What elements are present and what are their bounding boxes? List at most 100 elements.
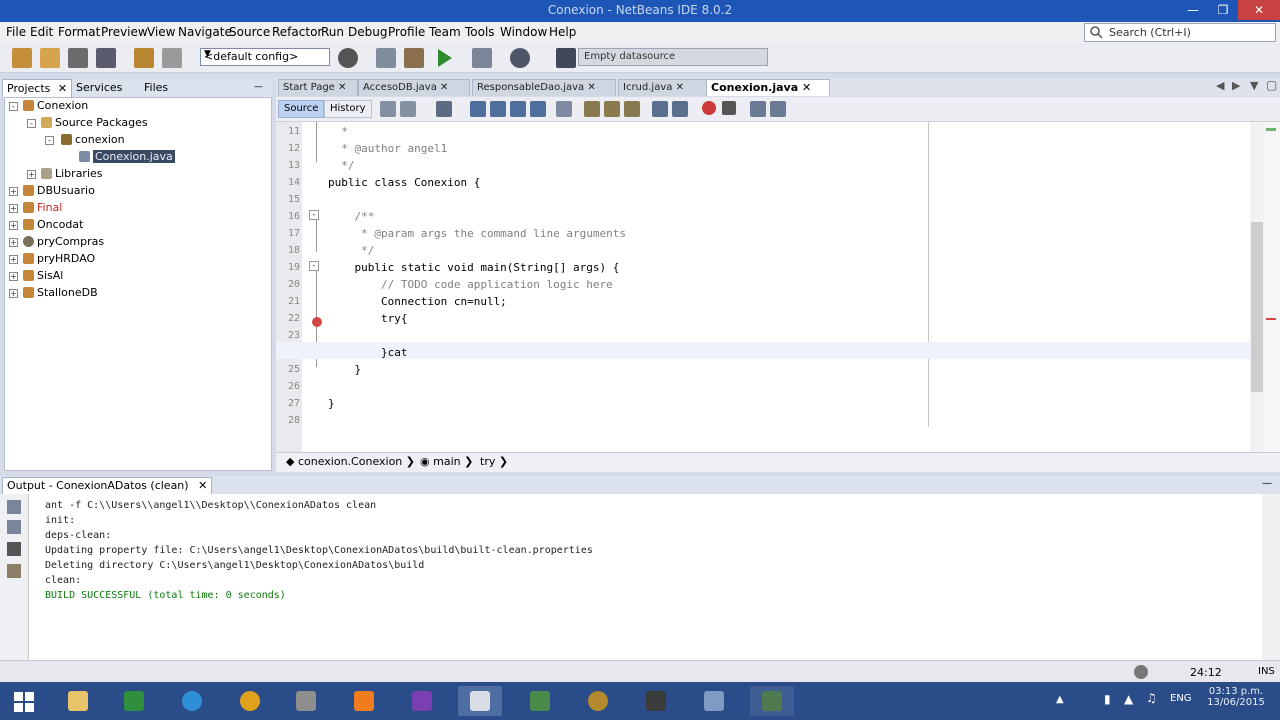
- expand-icon[interactable]: +: [9, 255, 18, 264]
- fold-toggle-icon[interactable]: -: [309, 210, 319, 220]
- search-input[interactable]: Search (Ctrl+I): [1084, 23, 1276, 42]
- tab-icrud[interactable]: Icrud.java ✕: [618, 79, 708, 96]
- stop-icon[interactable]: [7, 542, 21, 556]
- taskbar-chrome[interactable]: [228, 686, 272, 716]
- tab-projects[interactable]: Projects ✕: [2, 79, 73, 97]
- expand-icon[interactable]: +: [9, 204, 18, 213]
- database-icon[interactable]: [556, 48, 576, 68]
- expand-icon[interactable]: +: [9, 221, 18, 230]
- tree-node-pryhrdao[interactable]: pryHRDAO: [23, 252, 95, 266]
- menu-source[interactable]: Source: [229, 25, 270, 39]
- menu-debug[interactable]: Debug: [348, 25, 387, 39]
- settings-icon[interactable]: [7, 564, 21, 578]
- menu-refactor[interactable]: Refactor: [272, 25, 322, 39]
- new-file-icon[interactable]: [12, 48, 32, 68]
- collapse-icon[interactable]: -: [45, 136, 54, 145]
- previous-bookmark-icon[interactable]: [584, 101, 600, 117]
- maximize-editor-icon[interactable]: ▢: [1266, 78, 1277, 92]
- tree-node-dbusuario[interactable]: DBUsuario: [23, 184, 95, 198]
- expand-icon[interactable]: +: [9, 238, 18, 247]
- stop-macro-icon[interactable]: [722, 101, 736, 115]
- tab-start-page[interactable]: Start Page ✕: [278, 79, 358, 96]
- taskbar-recorder[interactable]: [750, 686, 794, 716]
- tab-accesodb[interactable]: AccesoDB.java ✕: [358, 79, 470, 96]
- open-project-icon[interactable]: [68, 48, 88, 68]
- close-icon[interactable]: ✕: [587, 82, 595, 93]
- toggle-highlight-icon[interactable]: [530, 101, 546, 117]
- tree-node-stallonedb[interactable]: StalloneDB: [23, 286, 98, 300]
- tray-expand-icon[interactable]: ▲: [1056, 694, 1064, 705]
- scrollbar-thumb[interactable]: [1251, 222, 1263, 392]
- battery-icon[interactable]: ▮: [1104, 692, 1111, 706]
- tab-responsabledao[interactable]: ResponsableDao.java ✕: [472, 79, 616, 96]
- minimize-panel-icon[interactable]: —: [250, 79, 267, 96]
- menu-navigate[interactable]: Navigate: [178, 25, 232, 39]
- taskbar-internet-explorer[interactable]: [170, 686, 214, 716]
- tab-services[interactable]: Services: [72, 79, 126, 96]
- find-previous-icon[interactable]: [490, 101, 506, 117]
- clean-build-icon[interactable]: [404, 48, 424, 68]
- build-icon[interactable]: [376, 48, 396, 68]
- shift-right-icon[interactable]: [672, 101, 688, 117]
- taskbar-xampp[interactable]: [342, 686, 386, 716]
- network-icon[interactable]: ▲: [1124, 692, 1133, 706]
- tree-node-final[interactable]: Final: [23, 201, 62, 215]
- taskbar-file-explorer[interactable]: [56, 686, 100, 716]
- shift-left-icon[interactable]: [652, 101, 668, 117]
- tree-node-conexion[interactable]: Conexion: [23, 99, 88, 113]
- tree-node-source-packages[interactable]: Source Packages: [41, 116, 148, 130]
- toggle-bookmark-icon[interactable]: [624, 101, 640, 117]
- taskbar-sublime[interactable]: [634, 686, 678, 716]
- menu-profile[interactable]: Profile: [388, 25, 425, 39]
- tab-source[interactable]: Source: [278, 100, 325, 118]
- start-button[interactable]: [2, 686, 46, 716]
- menu-view[interactable]: View: [147, 25, 175, 39]
- menu-team[interactable]: Team: [429, 25, 461, 39]
- save-all-icon[interactable]: [96, 48, 116, 68]
- find-next-icon[interactable]: [510, 101, 526, 117]
- minimize-button[interactable]: —: [1178, 0, 1208, 20]
- taskbar-media[interactable]: [518, 686, 562, 716]
- tab-history[interactable]: History: [324, 100, 372, 118]
- notification-icon[interactable]: [1134, 665, 1148, 679]
- tree-node-conexion-package[interactable]: conexion: [61, 133, 125, 147]
- redo-icon[interactable]: [162, 48, 182, 68]
- close-icon[interactable]: ✕: [676, 82, 684, 93]
- output-console[interactable]: ant -f C:\\Users\\angel1\\Desktop\\Conex…: [28, 494, 1263, 660]
- menu-file[interactable]: File: [6, 25, 26, 39]
- maximize-button[interactable]: ❐: [1208, 0, 1238, 20]
- tree-node-oncodat[interactable]: Oncodat: [23, 218, 83, 232]
- taskbar-app-gold[interactable]: [576, 686, 620, 716]
- config-select[interactable]: <default config> ▼: [200, 48, 330, 66]
- tree-node-sisal[interactable]: SisAl: [23, 269, 63, 283]
- taskbar-visual-studio[interactable]: [400, 686, 444, 716]
- close-icon[interactable]: ✕: [802, 81, 811, 94]
- breadcrumb-block[interactable]: try ❯: [480, 455, 508, 468]
- taskbar-app-green[interactable]: [112, 686, 156, 716]
- new-project-icon[interactable]: [40, 48, 60, 68]
- back-icon[interactable]: [400, 101, 416, 117]
- run-icon[interactable]: [438, 49, 452, 67]
- datasource-select[interactable]: Empty datasource: [578, 48, 768, 66]
- menu-edit[interactable]: Edit: [30, 25, 53, 39]
- rerun-with-args-icon[interactable]: [7, 520, 21, 534]
- comment-icon[interactable]: [750, 101, 766, 117]
- fold-toggle-icon[interactable]: -: [309, 261, 319, 271]
- collapse-icon[interactable]: -: [27, 119, 36, 128]
- close-icon[interactable]: ✕: [338, 82, 346, 93]
- close-icon[interactable]: ✕: [58, 82, 67, 95]
- scroll-tabs-right-icon[interactable]: ▶: [1232, 79, 1240, 92]
- minimize-output-icon[interactable]: —: [1262, 478, 1272, 489]
- clock[interactable]: 03:13 p.m. 13/06/2015: [1200, 686, 1272, 716]
- taskbar-virtualbox[interactable]: [692, 686, 736, 716]
- close-icon[interactable]: ✕: [198, 479, 207, 492]
- tab-output[interactable]: Output - ConexionADatos (clean) ✕: [2, 477, 213, 494]
- menu-help[interactable]: Help: [549, 25, 576, 39]
- rectangular-selection-icon[interactable]: [556, 101, 572, 117]
- forward-icon[interactable]: [436, 101, 452, 117]
- menu-run[interactable]: Run: [321, 25, 344, 39]
- volume-icon[interactable]: ♫: [1146, 691, 1157, 705]
- tab-files[interactable]: Files: [140, 79, 172, 96]
- breadcrumb-method[interactable]: ◉ main ❯: [420, 455, 473, 468]
- tree-node-prycompras[interactable]: pryCompras: [23, 235, 104, 249]
